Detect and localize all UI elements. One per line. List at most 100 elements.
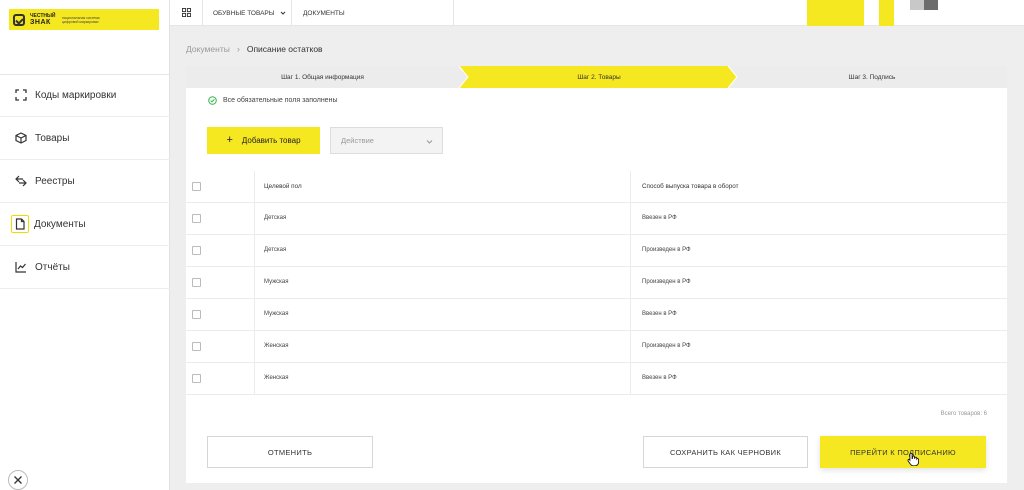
save-draft-button[interactable]: СОХРАНИТЬ КАК ЧЕРНОВИК xyxy=(643,436,808,468)
logo-text: ЧЕСТНЫЙ ЗНАК xyxy=(30,13,58,26)
divider xyxy=(453,0,454,26)
stepper: Шаг 1. Общая информация Шаг 2. Товары Ша… xyxy=(186,66,1007,88)
select-all-checkbox[interactable] xyxy=(192,182,201,191)
row-checkbox[interactable] xyxy=(192,374,201,383)
logo-check-icon xyxy=(13,13,25,26)
logo[interactable]: ЧЕСТНЫЙ ЗНАК национальная система цифров… xyxy=(9,9,159,30)
step-general-info[interactable]: Шаг 1. Общая информация xyxy=(186,66,459,88)
sidebar-item-documents[interactable]: Документы xyxy=(0,203,170,246)
chevron-down-icon xyxy=(280,11,285,15)
chart-icon xyxy=(14,260,28,274)
logo-line2: ЗНАК xyxy=(30,19,51,26)
row-checkbox[interactable] xyxy=(192,278,201,287)
avatar[interactable] xyxy=(910,0,924,10)
logo-subtitle: национальная система цифровой маркировки xyxy=(62,15,100,24)
sidebar-item-reports[interactable]: Отчёты xyxy=(0,246,170,289)
table-row[interactable]: Детская Ввезен в РФ xyxy=(186,203,1007,235)
cell-gender: Мужская xyxy=(264,311,289,317)
cell-release-method: Произведен в РФ xyxy=(642,247,691,253)
step-label: Шаг 3. Подпись xyxy=(848,73,896,81)
step-products[interactable]: Шаг 2. Товары xyxy=(468,66,730,88)
avatar[interactable] xyxy=(924,0,938,10)
products-table: Целевой пол Способ выпуска товара в обор… xyxy=(186,171,1007,395)
chevron-down-icon xyxy=(426,140,433,144)
column-divider xyxy=(630,363,631,394)
cell-release-method: Ввезен в РФ xyxy=(642,311,677,317)
step-signature[interactable]: Шаг 3. Подпись xyxy=(737,66,1007,88)
table-row[interactable]: Мужская Произведен в РФ xyxy=(186,267,1007,299)
column-divider xyxy=(630,171,631,202)
table-row[interactable]: Детская Произведен в РФ xyxy=(186,235,1007,267)
save-draft-label: СОХРАНИТЬ КАК ЧЕРНОВИК xyxy=(669,447,782,457)
column-divider xyxy=(630,203,631,234)
go-to-signing-label: ПЕРЕЙТИ К ПОДПИСАНИЮ xyxy=(850,447,956,457)
menu-products-label: ОБУВНЫЕ ТОВАРЫ xyxy=(213,9,275,17)
menu-products[interactable]: ОБУВНЫЕ ТОВАРЫ xyxy=(213,0,286,26)
column-divider xyxy=(254,363,255,394)
row-checkbox[interactable] xyxy=(192,310,201,319)
close-icon xyxy=(14,476,22,484)
step-label: Шаг 2. Товары xyxy=(577,73,621,81)
add-product-label: Добавить товар xyxy=(241,136,301,145)
sidebar-item-label: Товары xyxy=(35,132,70,144)
close-button[interactable] xyxy=(8,470,28,490)
sidebar-item-products[interactable]: Товары xyxy=(0,117,170,160)
cancel-label: ОТМЕНИТЬ xyxy=(267,447,313,457)
column-divider xyxy=(254,267,255,298)
cell-gender: Детская xyxy=(264,247,287,253)
cell-release-method: Произведен в РФ xyxy=(642,279,691,285)
header-action-block[interactable] xyxy=(807,0,864,26)
sidebar-item-codes[interactable]: Коды маркировки xyxy=(0,74,170,117)
table-row[interactable]: Женская Произведен в РФ xyxy=(186,331,1007,363)
column-divider xyxy=(630,331,631,362)
cell-gender: Женская xyxy=(264,375,289,381)
column-divider xyxy=(254,331,255,362)
cell-release-method: Ввезен в РФ xyxy=(642,375,677,381)
table-row[interactable]: Женская Ввезен в РФ xyxy=(186,363,1007,395)
column-header-gender: Целевой пол xyxy=(264,183,302,190)
scan-icon xyxy=(14,88,28,102)
transfer-icon xyxy=(14,174,28,188)
menu-documents-label: ДОКУМЕНТЫ xyxy=(303,9,345,17)
breadcrumb-parent-link[interactable]: Документы xyxy=(186,44,230,54)
menu-documents[interactable]: ДОКУМЕНТЫ xyxy=(303,0,345,26)
products-card: Все обязательные поля заполнены + Добави… xyxy=(186,88,1007,483)
cell-gender: Детская xyxy=(264,215,287,221)
sidebar: ЧЕСТНЫЙ ЗНАК национальная система цифров… xyxy=(0,0,170,490)
step-label: Шаг 1. Общая информация xyxy=(281,73,364,81)
column-divider xyxy=(254,299,255,330)
column-header-release-method: Способ выпуска товара в оборот xyxy=(642,183,739,190)
action-select[interactable]: Действие xyxy=(330,127,443,154)
apps-grid-icon[interactable] xyxy=(178,4,194,20)
action-select-placeholder: Действие xyxy=(341,136,374,145)
breadcrumb-current: Описание остатков xyxy=(246,44,323,54)
cancel-button[interactable]: ОТМЕНИТЬ xyxy=(207,436,373,468)
sidebar-item-label: Документы xyxy=(34,218,86,230)
total-count: Всего товаров: 6 xyxy=(940,411,987,417)
chevron-right-icon: › xyxy=(236,44,240,54)
column-divider xyxy=(254,203,255,234)
check-circle-icon xyxy=(208,96,217,105)
header-action-block[interactable] xyxy=(879,0,894,26)
go-to-signing-button[interactable]: ПЕРЕЙТИ К ПОДПИСАНИЮ xyxy=(820,436,986,468)
column-divider xyxy=(630,267,631,298)
validation-status: Все обязательные поля заполнены xyxy=(208,96,337,105)
sidebar-nav: Коды маркировки Товары Реестры Документы… xyxy=(0,74,170,289)
divider xyxy=(202,0,203,26)
sidebar-item-registers[interactable]: Реестры xyxy=(0,160,170,203)
row-checkbox[interactable] xyxy=(192,246,201,255)
row-checkbox[interactable] xyxy=(192,214,201,223)
add-product-button[interactable]: + Добавить товар xyxy=(207,127,320,154)
validation-status-text: Все обязательные поля заполнены xyxy=(223,97,338,104)
box-icon xyxy=(14,131,28,145)
table-row[interactable]: Мужская Ввезен в РФ xyxy=(186,299,1007,331)
column-divider xyxy=(254,171,255,202)
top-bar: ОБУВНЫЕ ТОВАРЫ ДОКУМЕНТЫ xyxy=(170,0,1024,26)
sidebar-item-label: Коды маркировки xyxy=(35,89,117,101)
sidebar-item-label: Отчёты xyxy=(35,261,70,273)
document-icon xyxy=(11,215,29,233)
cell-gender: Мужская xyxy=(264,279,289,285)
row-checkbox[interactable] xyxy=(192,342,201,351)
column-divider xyxy=(630,299,631,330)
divider xyxy=(291,0,292,26)
